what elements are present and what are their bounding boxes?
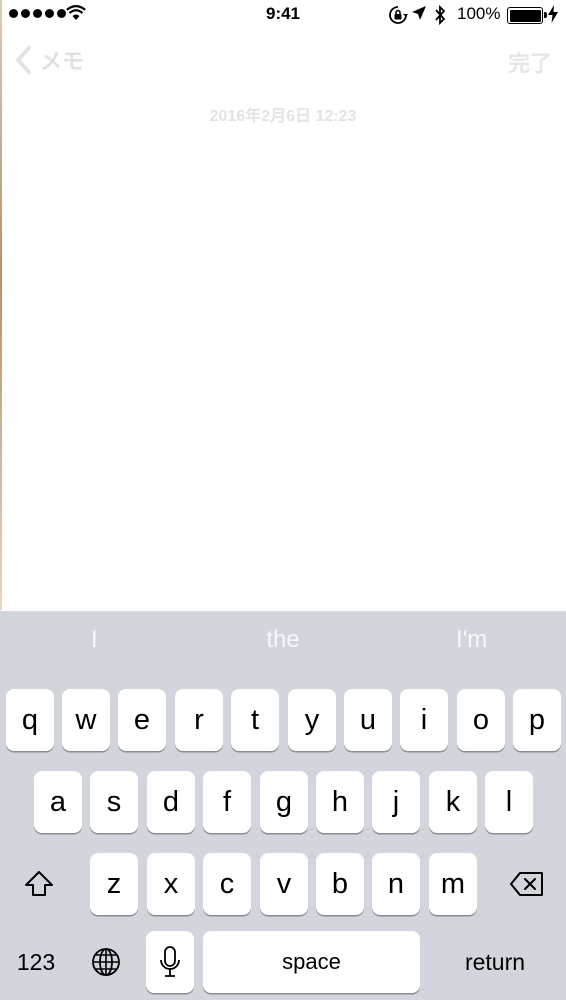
- note-date: 2016年2月6日 12:23: [209, 108, 357, 125]
- key-j[interactable]: j: [372, 771, 420, 833]
- signal-strength-icon: [9, 9, 66, 18]
- shift-icon: [25, 871, 53, 896]
- numbers-key[interactable]: 123: [6, 931, 66, 993]
- suggestion-bar: I the I'm: [0, 611, 566, 673]
- globe-key[interactable]: [78, 931, 134, 993]
- key-r[interactable]: r: [175, 689, 223, 751]
- rotation-lock-icon: [389, 6, 408, 24]
- keyboard: I the I'm q w e r t y u i o p a s d f g …: [0, 611, 566, 1000]
- key-w[interactable]: w: [62, 689, 110, 751]
- key-a[interactable]: a: [34, 771, 82, 833]
- key-h[interactable]: h: [316, 771, 364, 833]
- suggestion-item[interactable]: the: [189, 611, 378, 673]
- delete-key[interactable]: [494, 853, 560, 915]
- back-button[interactable]: メモ: [14, 44, 84, 76]
- suggestion-item[interactable]: I'm: [377, 611, 566, 673]
- key-b[interactable]: b: [316, 853, 364, 915]
- globe-icon: [92, 948, 120, 976]
- key-o[interactable]: o: [457, 689, 505, 751]
- space-key[interactable]: space: [203, 931, 420, 993]
- key-q[interactable]: q: [6, 689, 54, 751]
- bluetooth-icon: [435, 4, 446, 26]
- key-n[interactable]: n: [372, 853, 420, 915]
- key-c[interactable]: c: [203, 853, 251, 915]
- navigation-bar: メモ 完了: [0, 40, 566, 84]
- dictation-key[interactable]: [146, 931, 194, 993]
- suggestion-item[interactable]: I: [0, 611, 189, 673]
- location-icon: [412, 6, 426, 20]
- wifi-icon: [66, 5, 86, 20]
- key-f[interactable]: f: [203, 771, 251, 833]
- key-i[interactable]: i: [400, 689, 448, 751]
- key-z[interactable]: z: [90, 853, 138, 915]
- key-g[interactable]: g: [260, 771, 308, 833]
- status-bar: 9:41 100%: [0, 0, 566, 30]
- key-v[interactable]: v: [260, 853, 308, 915]
- back-label: メモ: [40, 49, 85, 74]
- key-y[interactable]: y: [288, 689, 336, 751]
- charging-icon: [548, 5, 558, 23]
- key-k[interactable]: k: [429, 771, 477, 833]
- key-e[interactable]: e: [118, 689, 166, 751]
- key-l[interactable]: l: [485, 771, 533, 833]
- note-text-area[interactable]: [0, 130, 566, 610]
- key-t[interactable]: t: [231, 689, 279, 751]
- battery-percentage: 100%: [457, 4, 501, 23]
- key-d[interactable]: d: [147, 771, 195, 833]
- key-m[interactable]: m: [429, 853, 477, 915]
- microphone-icon: [160, 946, 180, 977]
- key-u[interactable]: u: [344, 689, 392, 751]
- return-key[interactable]: return: [440, 931, 550, 993]
- battery-icon: [507, 7, 547, 24]
- done-button[interactable]: 完了: [508, 46, 552, 78]
- chevron-left-icon: [16, 46, 31, 74]
- delete-icon: [510, 872, 543, 896]
- key-s[interactable]: s: [90, 771, 138, 833]
- key-x[interactable]: x: [147, 853, 195, 915]
- shift-key[interactable]: [6, 853, 72, 915]
- key-p[interactable]: p: [513, 689, 561, 751]
